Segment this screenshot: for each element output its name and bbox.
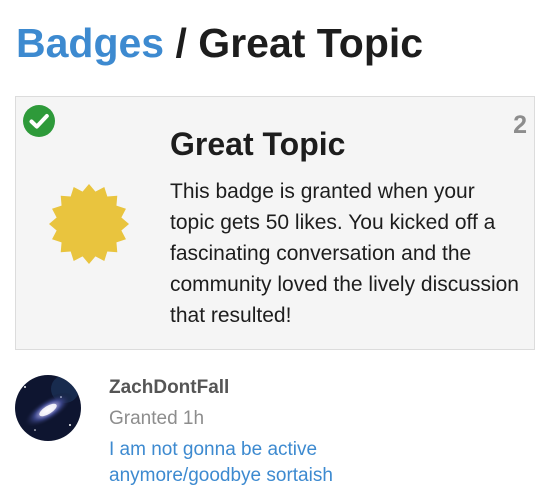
breadcrumb-current: Great Topic — [198, 20, 424, 66]
grant-timestamp: Granted 1h — [109, 408, 205, 429]
badge-name: Great Topic — [170, 126, 346, 162]
gold-badge-icon — [49, 184, 129, 264]
check-icon — [23, 105, 55, 137]
page-title: Badges / Great Topic — [16, 18, 423, 68]
grant-topic-link[interactable]: I am not gonna be active anymore/goodbye… — [109, 437, 429, 489]
grant-username[interactable]: ZachDontFall — [109, 376, 229, 400]
avatar[interactable] — [15, 375, 81, 441]
badge-card: 2 Great Topic This badge is granted when… — [15, 96, 535, 350]
badge-description: This badge is granted when your topic ge… — [170, 180, 519, 327]
breadcrumb-badges-link[interactable]: Badges — [16, 20, 164, 66]
breadcrumb-separator: / — [164, 20, 199, 66]
badge-grant-count: 2 — [513, 111, 527, 139]
